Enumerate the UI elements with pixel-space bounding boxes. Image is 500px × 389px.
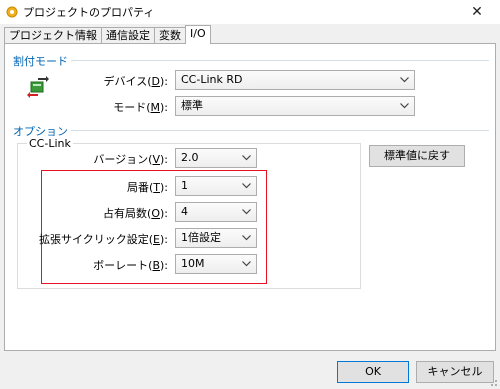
version-value: 2.0 [181, 151, 199, 164]
tab-project-info[interactable]: プロジェクト情報 [4, 27, 102, 44]
baud-rate-select[interactable]: 10M [175, 254, 257, 274]
tab-communication[interactable]: 通信設定 [101, 27, 155, 44]
occupied-stations-label: 占有局数(O): [103, 207, 168, 220]
extended-cyclic-select[interactable]: 1倍設定 [175, 228, 257, 248]
chevron-down-icon [398, 71, 410, 89]
extended-cyclic-label: 拡張サイクリック設定(E): [38, 233, 168, 246]
gear-icon [5, 5, 19, 19]
chevron-down-icon [240, 255, 252, 273]
version-select[interactable]: 2.0 [175, 148, 257, 168]
chevron-down-icon [240, 203, 252, 221]
reset-defaults-button[interactable]: 標準値に戻す [369, 145, 465, 167]
baud-rate-value: 10M [181, 257, 205, 270]
station-select[interactable]: 1 [175, 176, 257, 196]
mode-value: 標準 [181, 99, 203, 112]
section-divider [65, 130, 489, 131]
baud-rate-label: ボーレート(B): [93, 259, 168, 272]
device-label: デバイス(D): [103, 75, 168, 88]
station-value: 1 [181, 179, 188, 192]
mode-select[interactable]: 標準 [175, 96, 415, 116]
chevron-down-icon [240, 177, 252, 195]
tab-strip: プロジェクト情報 通信設定 変数 I/O [4, 25, 211, 44]
cancel-button[interactable]: キャンセル [416, 361, 494, 383]
extended-cyclic-value: 1倍設定 [181, 231, 221, 244]
tab-io[interactable]: I/O [185, 25, 211, 44]
allocation-mode-heading: 割付モード [13, 53, 71, 69]
device-value: CC-Link RD [181, 73, 243, 86]
chevron-down-icon [240, 229, 252, 247]
mode-label: モード(M): [113, 101, 168, 114]
device-select[interactable]: CC-Link RD [175, 70, 415, 90]
tab-variables[interactable]: 変数 [154, 27, 186, 44]
transfer-icon [27, 76, 49, 101]
chevron-down-icon [398, 97, 410, 115]
occupied-stations-select[interactable]: 4 [175, 202, 257, 222]
ok-button[interactable]: OK [337, 361, 409, 383]
version-label: バージョン(V): [93, 153, 168, 166]
cc-link-group-label: CC-Link [27, 137, 73, 150]
section-divider [65, 60, 489, 61]
chevron-down-icon [240, 149, 252, 167]
window-title: プロジェクトのプロパティ [23, 6, 155, 19]
io-panel: 割付モード デバイス(D): CC-Link RD モード(M): 標準 オプシ… [4, 43, 496, 351]
close-icon[interactable]: ✕ [454, 0, 500, 24]
occupied-stations-value: 4 [181, 205, 188, 218]
title-bar: プロジェクトのプロパティ ✕ [0, 0, 500, 24]
station-label: 局番(T): [126, 181, 168, 194]
resize-grip-icon[interactable] [488, 377, 498, 387]
